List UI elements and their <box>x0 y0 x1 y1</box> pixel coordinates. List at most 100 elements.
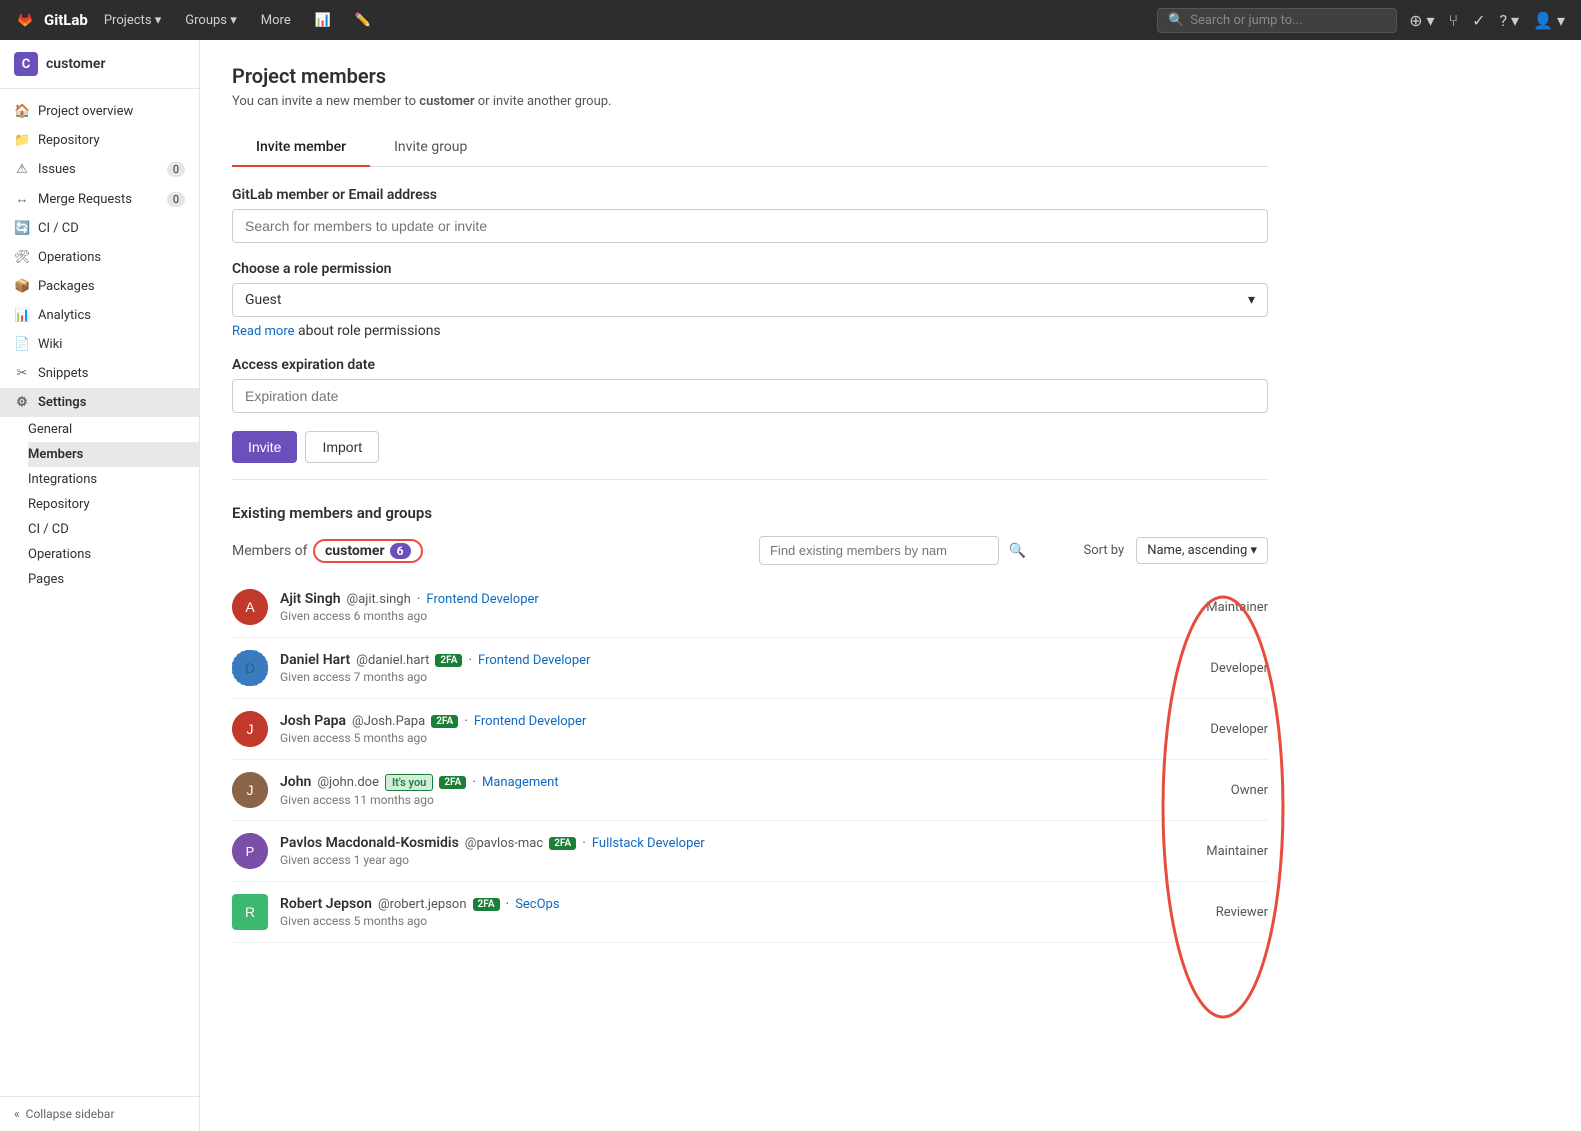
nav-snippets-icon[interactable]: ✏️ <box>347 9 379 32</box>
merge-icon: ↔ <box>14 191 30 207</box>
member-role-badge: Reviewer <box>1178 905 1268 920</box>
gitlab-logo[interactable]: GitLab <box>12 7 88 33</box>
svg-text:J: J <box>247 721 254 737</box>
sidebar-sub-repository[interactable]: Repository <box>28 492 199 517</box>
top-navigation: GitLab Projects ▾ Groups ▾ More 📊 ✏️ 🔍 S… <box>0 0 1581 40</box>
nav-activity[interactable]: 📊 <box>307 9 339 32</box>
member-access-time: Given access 6 months ago <box>280 609 1178 623</box>
sidebar-sub-label: Integrations <box>28 472 97 487</box>
sidebar-item-operations[interactable]: 🛠 Operations <box>0 243 199 272</box>
sidebar-item-settings[interactable]: ⚙ Settings <box>0 388 199 417</box>
home-icon: 🏠 <box>14 104 30 119</box>
2fa-badge: 2FA <box>473 898 500 911</box>
avatar: J <box>232 711 268 747</box>
member-role-badge: Maintainer <box>1178 600 1268 615</box>
member-name-row: Josh Papa @Josh.Papa 2FA · Frontend Deve… <box>280 713 1178 729</box>
sidebar-item-label: Merge Requests <box>38 192 132 207</box>
role-select[interactable]: Guest ▾ <box>232 283 1268 317</box>
member-role-link[interactable]: Frontend Developer <box>426 592 538 607</box>
sidebar-item-label: Project overview <box>38 104 133 119</box>
sidebar-sub-general[interactable]: General <box>28 417 199 442</box>
member-name: Daniel Hart <box>280 652 350 668</box>
member-role-badge: Maintainer <box>1178 844 1268 859</box>
tab-invite-member[interactable]: Invite member <box>232 129 370 167</box>
sidebar-item-wiki[interactable]: 📄 Wiki <box>0 330 199 359</box>
sidebar-item-project-overview[interactable]: 🏠 Project overview <box>0 97 199 126</box>
expiry-input[interactable] <box>232 379 1268 413</box>
collapse-sidebar[interactable]: « Collapse sidebar <box>0 1096 199 1131</box>
avatar: A <box>232 589 268 625</box>
role-value: Guest <box>245 292 281 308</box>
gitlab-logo-text: GitLab <box>44 11 88 29</box>
member-name: Ajit Singh <box>280 591 341 607</box>
member-row: J John @john.doe It's you 2FA · Manageme… <box>232 760 1268 821</box>
expiry-label: Access expiration date <box>232 357 1268 373</box>
user-avatar[interactable]: 👤 ▾ <box>1529 7 1569 34</box>
member-name-row: Ajit Singh @ajit.singh · Frontend Develo… <box>280 591 1178 607</box>
read-more-link[interactable]: Read more <box>232 324 295 339</box>
sidebar-item-snippets[interactable]: ✂ Snippets <box>0 359 199 388</box>
invite-button[interactable]: Invite <box>232 431 297 463</box>
merge-requests-icon[interactable]: ⑂ <box>1445 7 1463 34</box>
members-search-input[interactable] <box>759 536 999 565</box>
sort-value: Name, ascending <box>1147 543 1247 558</box>
member-role-link[interactable]: Fullstack Developer <box>592 836 705 851</box>
member-name: John <box>280 774 311 790</box>
sidebar-item-issues[interactable]: ⚠ Issues 0 <box>0 155 199 184</box>
repository-icon: 📁 <box>14 133 30 148</box>
form-actions: Invite Import <box>232 431 1268 463</box>
member-info: Ajit Singh @ajit.singh · Frontend Develo… <box>280 591 1178 623</box>
search-bar[interactable]: 🔍 Search or jump to... <box>1157 8 1397 33</box>
sidebar-sub-members[interactable]: Members <box>28 442 199 467</box>
nav-projects[interactable]: Projects ▾ <box>96 9 169 32</box>
sidebar-item-analytics[interactable]: 📊 Analytics <box>0 301 199 330</box>
nav-groups[interactable]: Groups ▾ <box>177 9 244 32</box>
member-email-input[interactable] <box>232 209 1268 243</box>
avatar: J <box>232 772 268 808</box>
sidebar-item-ci-cd[interactable]: 🔄 CI / CD <box>0 214 199 243</box>
sort-label: Sort by <box>1083 543 1124 558</box>
member-role-link[interactable]: Frontend Developer <box>478 653 590 668</box>
issues-icon: ⚠ <box>14 162 30 177</box>
sort-select[interactable]: Name, ascending ▾ <box>1136 537 1268 564</box>
project-name-inline: customer <box>419 94 474 109</box>
new-item-button[interactable]: ⊕ ▾ <box>1405 7 1438 34</box>
todos-icon[interactable]: ✓ <box>1468 7 1489 34</box>
existing-members-section: Existing members and groups Members of c… <box>232 504 1268 943</box>
project-header[interactable]: C customer <box>0 40 199 89</box>
sidebar-sub-cicd[interactable]: CI / CD <box>28 517 199 542</box>
sidebar-item-label: Issues <box>38 162 76 177</box>
member-username: @ajit.singh <box>347 592 411 607</box>
member-info: John @john.doe It's you 2FA · Management… <box>280 774 1178 807</box>
page-title: Project members <box>232 64 1268 88</box>
member-info: Daniel Hart @daniel.hart 2FA · Frontend … <box>280 652 1178 684</box>
sidebar-sub-pages[interactable]: Pages <box>28 567 199 592</box>
members-search-container: 🔍 <box>759 536 1071 565</box>
chevron-down-icon: ▾ <box>1248 292 1255 308</box>
sidebar-item-merge-requests[interactable]: ↔ Merge Requests 0 <box>0 184 199 214</box>
project-name: customer <box>46 56 106 72</box>
member-name: Pavlos Macdonald-Kosmidis <box>280 835 459 851</box>
analytics-icon: 📊 <box>14 308 30 323</box>
member-role-link[interactable]: SecOps <box>515 897 559 912</box>
topnav-icons: ⊕ ▾ ⑂ ✓ ? ▾ 👤 ▾ <box>1405 7 1569 34</box>
sidebar-item-packages[interactable]: 📦 Packages <box>0 272 199 301</box>
import-button[interactable]: Import <box>305 431 379 463</box>
avatar: D <box>232 650 268 686</box>
member-role-link[interactable]: Management <box>482 775 559 790</box>
help-icon[interactable]: ? ▾ <box>1496 7 1524 34</box>
members-list: A Ajit Singh @ajit.singh · Frontend Deve… <box>232 577 1268 943</box>
member-role-link[interactable]: Frontend Developer <box>474 714 586 729</box>
svg-text:R: R <box>245 904 255 920</box>
sidebar-sub-operations[interactable]: Operations <box>28 542 199 567</box>
tab-invite-group[interactable]: Invite group <box>370 129 491 167</box>
member-username: @daniel.hart <box>356 653 429 668</box>
member-access-time: Given access 5 months ago <box>280 731 1178 745</box>
member-access-time: Given access 7 months ago <box>280 670 1178 684</box>
its-you-badge: It's you <box>385 774 433 791</box>
app-layout: C customer 🏠 Project overview 📁 Reposito… <box>0 40 1581 1131</box>
member-row: R Robert Jepson @robert.jepson 2FA · Sec… <box>232 882 1268 943</box>
nav-more[interactable]: More <box>253 9 299 32</box>
sidebar-sub-integrations[interactable]: Integrations <box>28 467 199 492</box>
sidebar-item-repository[interactable]: 📁 Repository <box>0 126 199 155</box>
